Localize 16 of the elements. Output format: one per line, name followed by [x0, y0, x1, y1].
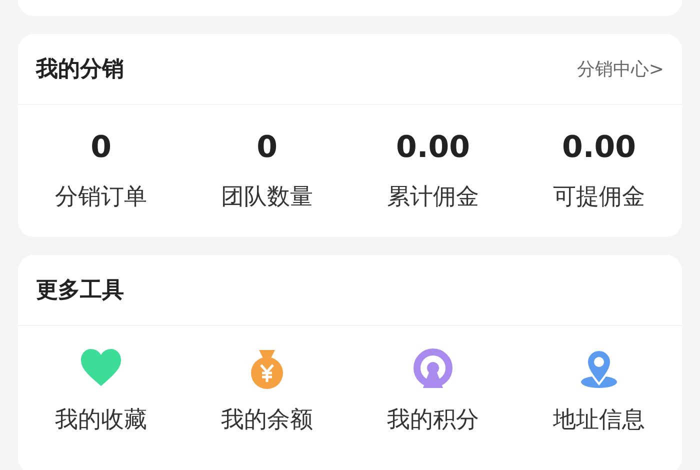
tool-label[interactable]: 我的收藏	[55, 406, 147, 434]
stat-label: 累计佣金	[387, 183, 479, 211]
stat-label: 团队数量	[221, 183, 313, 211]
stat-value: 0.00	[562, 131, 636, 165]
distribution-center-link[interactable]: 分销中心>	[576, 57, 664, 81]
stat-value: 0.00	[396, 131, 470, 165]
tool-label[interactable]: 我的余额	[221, 406, 313, 434]
stat-label: 分销订单	[55, 183, 147, 211]
stat-value: 0	[90, 131, 112, 165]
tool-label[interactable]: 地址信息	[553, 406, 645, 434]
tool-label[interactable]: 我的积分	[387, 406, 479, 434]
section-title: 更多工具	[36, 277, 124, 305]
section-title: 我的分销	[36, 56, 124, 84]
signal-icon	[411, 346, 455, 390]
stat-value: 0	[256, 131, 278, 165]
stat-label: 可提佣金	[553, 183, 645, 211]
